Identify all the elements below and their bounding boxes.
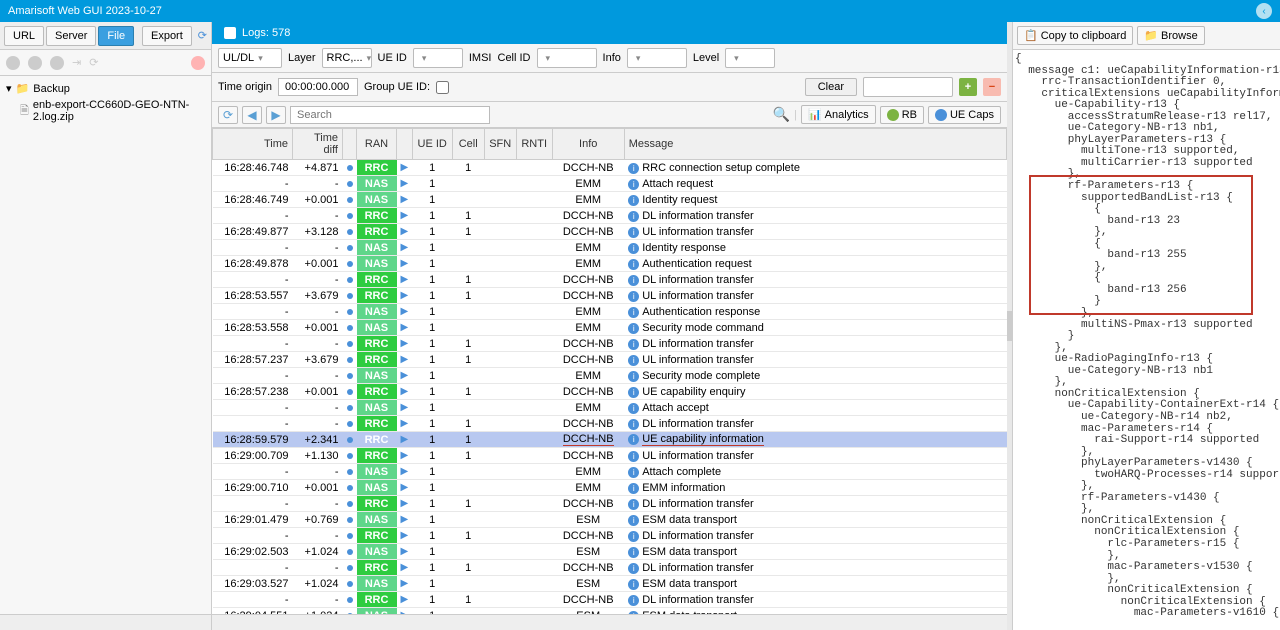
file-tree: ▾ 📁 Backup 🗎 enb-export-CC660D-GEO-NTN-2… bbox=[0, 76, 211, 614]
export-button[interactable]: Export bbox=[142, 26, 192, 46]
refresh-button[interactable]: ⟳ bbox=[218, 106, 238, 124]
tab-header: Logs: 578 bbox=[212, 22, 1007, 44]
filter-ueid-label: UE ID bbox=[378, 52, 407, 64]
table-row[interactable]: 16:29:00.710+0.001NAS▶1EMMiEMM informati… bbox=[213, 480, 1007, 496]
table-row[interactable]: 16:28:53.557+3.679RRC▶11DCCH-NBiUL infor… bbox=[213, 288, 1007, 304]
filter-info-label: Info bbox=[603, 52, 621, 64]
table-row[interactable]: --NAS▶1EMMiAuthentication response bbox=[213, 304, 1007, 320]
filter-ueid[interactable]: ▾ bbox=[413, 48, 463, 68]
time-origin-input[interactable] bbox=[278, 78, 358, 96]
server-button[interactable]: Server bbox=[46, 26, 96, 46]
tree-folder-backup[interactable]: ▾ 📁 Backup bbox=[2, 80, 209, 97]
expand-icon: ▾ bbox=[6, 82, 12, 95]
table-row[interactable]: --RRC▶11DCCH-NBiDL information transfer bbox=[213, 528, 1007, 544]
table-row[interactable]: --NAS▶1EMMiAttach accept bbox=[213, 400, 1007, 416]
loop-icon[interactable]: ⟳ bbox=[89, 56, 98, 69]
table-row[interactable]: 16:28:53.558+0.001NAS▶1EMMiSecurity mode… bbox=[213, 320, 1007, 336]
folder-icon: 📁 bbox=[1144, 29, 1158, 42]
close-icon[interactable] bbox=[191, 56, 205, 70]
splitter[interactable] bbox=[1007, 22, 1012, 630]
table-row[interactable]: --NAS▶1EMMiAttach complete bbox=[213, 464, 1007, 480]
refresh-icon[interactable]: ⟳ bbox=[198, 29, 207, 42]
browse-button[interactable]: 📁Browse bbox=[1137, 26, 1204, 45]
filter-extra-select[interactable] bbox=[863, 77, 953, 97]
table-row[interactable]: --RRC▶11DCCH-NBiDL information transfer bbox=[213, 336, 1007, 352]
filter-level-label: Level bbox=[693, 52, 719, 64]
filter-cellid-label: Cell ID bbox=[498, 52, 531, 64]
table-row[interactable]: --RRC▶11DCCH-NBiDL information transfer bbox=[213, 272, 1007, 288]
collapse-icon[interactable]: ‹ bbox=[1256, 3, 1272, 19]
detail-text[interactable]: { message c1: ueCapabilityInformation-r1… bbox=[1013, 50, 1280, 630]
nav-right-icon[interactable] bbox=[50, 56, 64, 70]
table-row[interactable]: --RRC▶11DCCH-NBiDL information transfer bbox=[213, 496, 1007, 512]
step-icon[interactable]: ⇥ bbox=[72, 56, 81, 69]
file-button[interactable]: File bbox=[98, 26, 134, 46]
table-row[interactable]: 16:28:57.238+0.001RRC▶11DCCH-NBiUE capab… bbox=[213, 384, 1007, 400]
add-filter-button[interactable]: + bbox=[959, 78, 977, 96]
table-row[interactable]: 16:28:57.237+3.679RRC▶11DCCH-NBiUL infor… bbox=[213, 352, 1007, 368]
file-icon: 🗎 bbox=[20, 102, 29, 121]
filter-imsi-label: IMSI bbox=[469, 52, 492, 64]
chart-icon: 📊 bbox=[808, 108, 822, 121]
binoculars-icon[interactable]: 🔍 bbox=[773, 106, 790, 123]
sidebar-scrollbar[interactable] bbox=[0, 614, 211, 630]
prev-button[interactable]: ◀ bbox=[242, 106, 262, 124]
search-row: ⟳ ◀ ▶ 🔍 | 📊Analytics RB UE Caps bbox=[212, 102, 1007, 128]
table-row[interactable]: --RRC▶11DCCH-NBiDL information transfer bbox=[213, 592, 1007, 608]
filter-layer-label: Layer bbox=[288, 52, 316, 64]
table-row[interactable]: 16:28:46.748+4.871RRC▶11DCCH-NBiRRC conn… bbox=[213, 160, 1007, 176]
table-row[interactable]: --RRC▶11DCCH-NBiDL information transfer bbox=[213, 416, 1007, 432]
table-row[interactable]: --RRC▶11DCCH-NBiDL information transfer bbox=[213, 208, 1007, 224]
group-ueid-checkbox[interactable] bbox=[436, 81, 449, 94]
filter-cellid[interactable]: ▾ bbox=[537, 48, 597, 68]
nav-left-icon[interactable] bbox=[6, 56, 20, 70]
clear-button[interactable]: Clear bbox=[805, 78, 857, 96]
table-row[interactable]: 16:28:59.579+2.341RRC▶11DCCH-NBiUE capab… bbox=[213, 432, 1007, 448]
table-row[interactable]: 16:29:02.503+1.024NAS▶1ESMiESM data tran… bbox=[213, 544, 1007, 560]
folder-icon: 📁 bbox=[16, 82, 30, 95]
rb-button[interactable]: RB bbox=[880, 106, 924, 124]
analytics-button[interactable]: 📊Analytics bbox=[801, 105, 876, 124]
copy-button[interactable]: 📋Copy to clipboard bbox=[1017, 26, 1133, 45]
filter-layer[interactable]: RRC,...▾ bbox=[322, 48, 372, 68]
clipboard-icon: 📋 bbox=[1024, 29, 1038, 42]
url-button[interactable]: URL bbox=[4, 26, 44, 46]
app-title: Amarisoft Web GUI 2023-10-27 bbox=[8, 5, 162, 17]
table-row[interactable]: 16:29:01.479+0.769NAS▶1ESMiESM data tran… bbox=[213, 512, 1007, 528]
record-icon[interactable] bbox=[28, 56, 42, 70]
tree-file-log[interactable]: 🗎 enb-export-CC660D-GEO-NTN-2.log.zip bbox=[2, 97, 209, 125]
filter-row: UL/DL▾ Layer RRC,...▾ UE ID ▾ IMSI Cell … bbox=[212, 44, 1007, 73]
time-origin-label: Time origin bbox=[218, 81, 272, 93]
tab-icon bbox=[224, 27, 236, 39]
table-row[interactable]: --NAS▶1EMMiSecurity mode complete bbox=[213, 368, 1007, 384]
filter-info[interactable]: ▾ bbox=[627, 48, 687, 68]
time-row: Time origin Group UE ID: Clear + − bbox=[212, 73, 1007, 102]
titlebar: Amarisoft Web GUI 2023-10-27 ‹ bbox=[0, 0, 1280, 22]
table-row[interactable]: 16:28:46.749+0.001NAS▶1EMMiIdentity requ… bbox=[213, 192, 1007, 208]
sidebar: URL Server File Export ⟳ ⇥ ⟳ ▾ 📁 Backup bbox=[0, 22, 212, 630]
table-row[interactable]: 16:29:03.527+1.024NAS▶1ESMiESM data tran… bbox=[213, 576, 1007, 592]
grid-scrollbar[interactable] bbox=[212, 614, 1007, 630]
folder-label: Backup bbox=[33, 83, 70, 95]
table-row[interactable]: --NAS▶1EMMiAttach request bbox=[213, 176, 1007, 192]
table-row[interactable]: 16:29:00.709+1.130RRC▶11DCCH-NBiUL infor… bbox=[213, 448, 1007, 464]
detail-panel: 📋Copy to clipboard 📁Browse { message c1:… bbox=[1012, 22, 1280, 630]
table-row[interactable]: --NAS▶1EMMiIdentity response bbox=[213, 240, 1007, 256]
tab-label: Logs: 578 bbox=[242, 27, 290, 39]
rb-icon bbox=[887, 109, 899, 121]
remove-filter-button[interactable]: − bbox=[983, 78, 1001, 96]
uecaps-icon bbox=[935, 109, 947, 121]
table-row[interactable]: 16:28:49.878+0.001NAS▶1EMMiAuthenticatio… bbox=[213, 256, 1007, 272]
log-grid[interactable]: TimeTime diffRANUE IDCellSFNRNTIInfoMess… bbox=[212, 128, 1007, 614]
search-input[interactable] bbox=[290, 106, 490, 124]
tab-logs[interactable]: Logs: 578 bbox=[212, 24, 302, 42]
filter-level[interactable]: ▾ bbox=[725, 48, 775, 68]
uecaps-button[interactable]: UE Caps bbox=[928, 106, 1001, 124]
filter-uldl[interactable]: UL/DL▾ bbox=[218, 48, 282, 68]
table-row[interactable]: --RRC▶11DCCH-NBiDL information transfer bbox=[213, 560, 1007, 576]
group-ueid-label: Group UE ID: bbox=[364, 81, 430, 93]
table-row[interactable]: 16:28:49.877+3.128RRC▶11DCCH-NBiUL infor… bbox=[213, 224, 1007, 240]
next-button[interactable]: ▶ bbox=[266, 106, 286, 124]
file-label: enb-export-CC660D-GEO-NTN-2.log.zip bbox=[33, 99, 205, 123]
